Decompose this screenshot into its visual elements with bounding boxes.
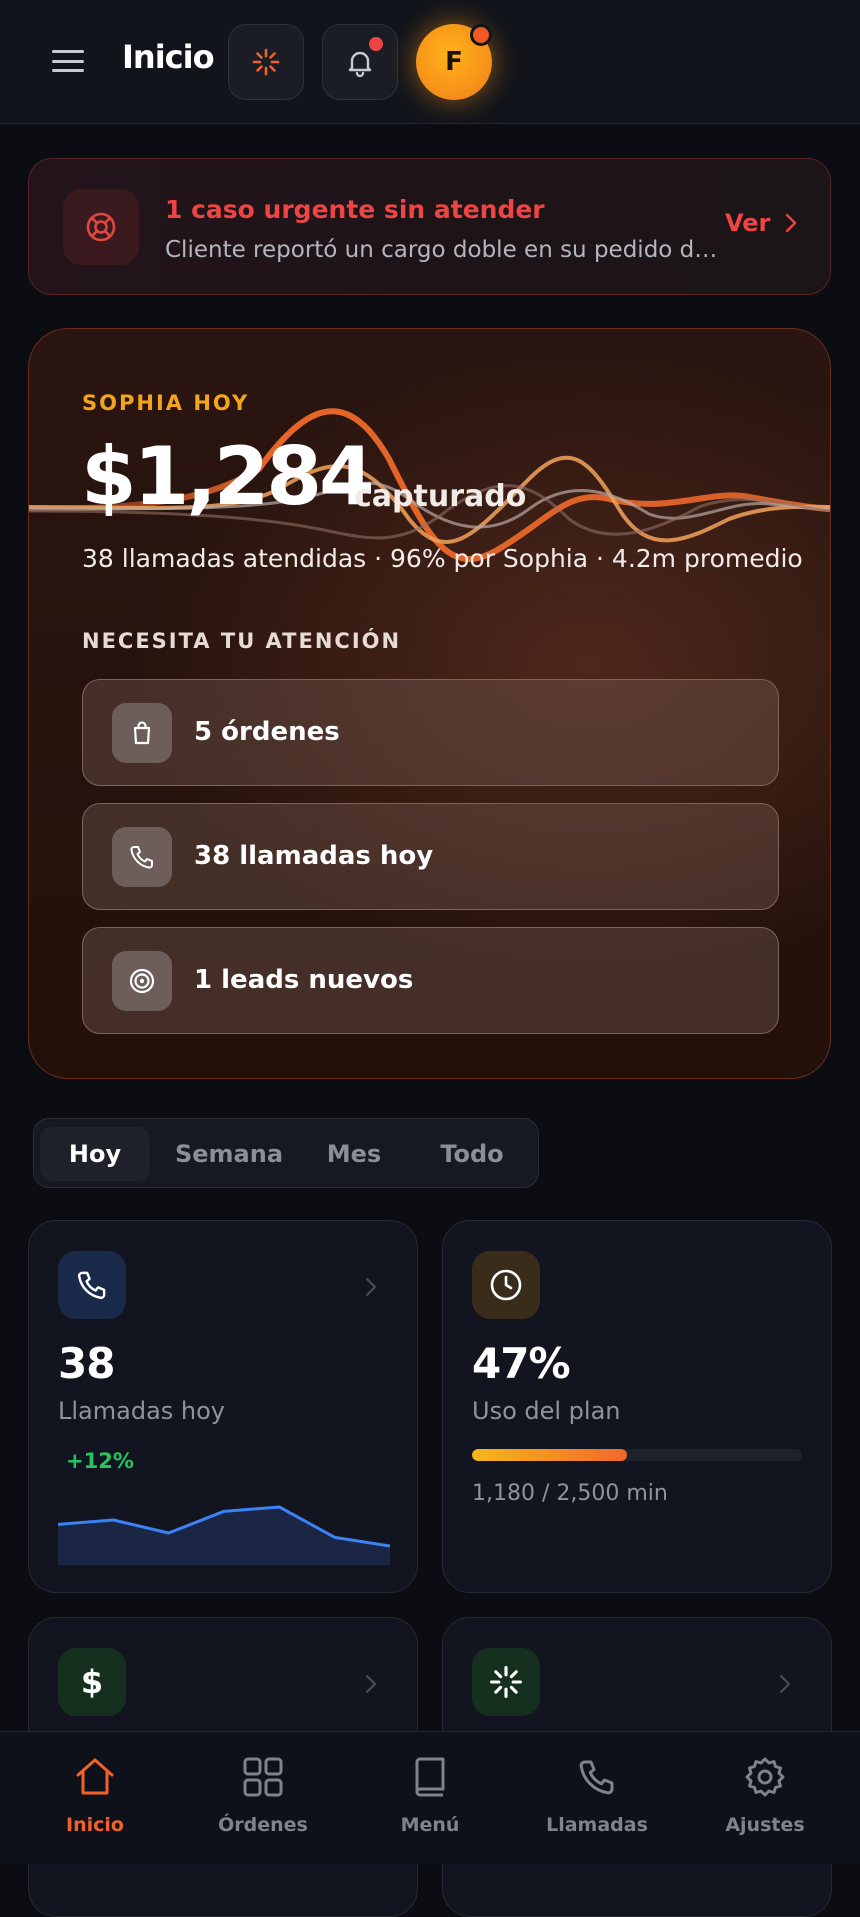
- svg-text:$: $: [81, 1663, 103, 1701]
- notifications-button[interactable]: [322, 24, 398, 100]
- sparkline-area: [58, 1507, 390, 1565]
- target-icon: [112, 951, 172, 1011]
- notification-badge: [369, 37, 383, 51]
- gear-icon: [745, 1757, 785, 1797]
- bottom-navigation: Inicio Órdenes Menú Llamadas Ajustes: [0, 1731, 860, 1864]
- attention-item-calls[interactable]: 38 llamadas hoy: [82, 803, 779, 910]
- view-alert-label: Ver: [725, 209, 771, 237]
- captured-amount: $1,284: [81, 430, 375, 523]
- captured-amount-suffix: capturado: [354, 479, 527, 514]
- chevron-right-icon: [366, 1278, 376, 1296]
- hero-label: SOPHIA HOY: [82, 391, 250, 415]
- book-icon: [415, 1757, 445, 1797]
- tab-todo[interactable]: Todo: [414, 1127, 530, 1181]
- plan-usage-value: 47%: [472, 1339, 571, 1388]
- attention-item-label: 38 llamadas hoy: [194, 841, 434, 871]
- phone-icon: [579, 1760, 614, 1795]
- plan-usage-label: Uso del plan: [472, 1397, 621, 1425]
- alert-title: 1 caso urgente sin atender: [165, 195, 545, 224]
- tab-mes[interactable]: Mes: [304, 1127, 404, 1181]
- sparkle-activity-icon: [252, 48, 280, 76]
- alert-icon-box: [63, 189, 139, 265]
- phone-icon: [58, 1251, 126, 1319]
- chevron-right-icon: [780, 1675, 790, 1693]
- nav-llamadas[interactable]: Llamadas: [522, 1752, 672, 1836]
- attention-title: NECESITA TU ATENCIÓN: [82, 629, 402, 653]
- nav-label: Llamadas: [546, 1814, 648, 1836]
- hero-stats: 38 llamadas atendidas · 96% por Sophia ·…: [82, 544, 803, 573]
- calls-sparkline: [58, 1505, 390, 1565]
- nav-menu[interactable]: Menú: [355, 1752, 505, 1836]
- page-title: Inicio: [122, 38, 215, 76]
- clock-icon: [472, 1251, 540, 1319]
- period-selector: Hoy Semana Mes Todo: [33, 1118, 539, 1188]
- alert-description: Cliente reportó un cargo doble en su ped…: [165, 237, 725, 263]
- bell-icon: [348, 51, 372, 78]
- home-icon: [76, 1758, 114, 1795]
- nav-ajustes[interactable]: Ajustes: [690, 1752, 840, 1836]
- activity-button[interactable]: [228, 24, 304, 100]
- lifebuoy-icon: [86, 212, 116, 242]
- avatar-status-dot: [470, 24, 492, 46]
- phone-icon: [112, 827, 172, 887]
- calls-value: 38: [58, 1339, 115, 1388]
- chevron-right-icon: [366, 1675, 376, 1693]
- hamburger-menu-icon[interactable]: [52, 50, 84, 72]
- attention-item-label: 1 leads nuevos: [194, 965, 414, 995]
- plan-usage-card[interactable]: 47% Uso del plan 1,180 / 2,500 min: [442, 1220, 832, 1593]
- tab-semana[interactable]: Semana: [164, 1127, 294, 1181]
- nav-label: Órdenes: [218, 1814, 308, 1836]
- plan-usage-progress-fill: [472, 1449, 628, 1461]
- urgent-case-alert[interactable]: 1 caso urgente sin atender Cliente repor…: [28, 158, 831, 295]
- sophia-today-card: SOPHIA HOY $1,284 capturado 38 llamadas …: [28, 328, 831, 1079]
- tab-hoy[interactable]: Hoy: [40, 1127, 150, 1181]
- nav-ordenes[interactable]: Órdenes: [188, 1752, 338, 1836]
- nav-label: Menú: [400, 1814, 460, 1836]
- nav-label: Ajustes: [725, 1814, 805, 1836]
- calls-today-card[interactable]: 38 Llamadas hoy +12%: [28, 1220, 418, 1593]
- view-alert-link[interactable]: Ver: [725, 209, 798, 237]
- plan-usage-progress: [472, 1449, 802, 1461]
- sparkle-icon: [472, 1648, 540, 1716]
- attention-item-orders[interactable]: 5 órdenes: [82, 679, 779, 786]
- top-app-bar: Inicio F: [0, 0, 860, 124]
- dollar-icon: $: [58, 1648, 126, 1716]
- attention-item-label: 5 órdenes: [194, 717, 340, 747]
- avatar-initial: F: [445, 47, 463, 77]
- calls-label: Llamadas hoy: [58, 1397, 226, 1425]
- calls-trend: +12%: [66, 1449, 134, 1473]
- chevron-right-icon: [786, 213, 797, 233]
- plan-usage-minutes: 1,180 / 2,500 min: [472, 1481, 668, 1506]
- shopping-bag-icon: [112, 703, 172, 763]
- nav-label: Inicio: [66, 1814, 124, 1836]
- nav-inicio[interactable]: Inicio: [20, 1752, 170, 1836]
- avatar[interactable]: F: [416, 24, 492, 100]
- grid-icon: [243, 1757, 283, 1797]
- attention-item-leads[interactable]: 1 leads nuevos: [82, 927, 779, 1034]
